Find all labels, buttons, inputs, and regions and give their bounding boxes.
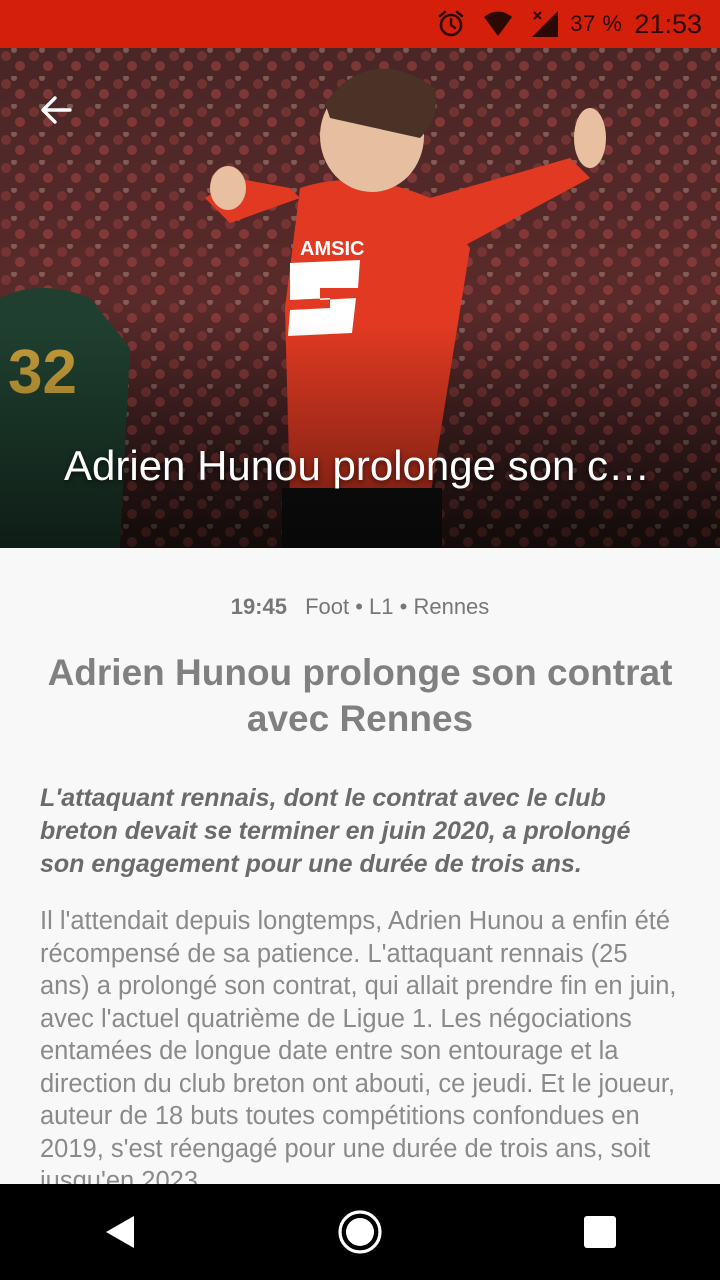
- recents-square-icon: [584, 1216, 616, 1248]
- home-circle-icon: [338, 1210, 382, 1254]
- article-content[interactable]: 19:45 Foot • L1 • Rennes Adrien Hunou pr…: [0, 548, 720, 1184]
- nav-back-button[interactable]: [80, 1192, 160, 1272]
- arrow-left-icon: [41, 96, 72, 124]
- article-category: Foot • L1 • Rennes: [305, 594, 490, 619]
- back-button[interactable]: [26, 80, 86, 140]
- article-title: Adrien Hunou prolonge son contrat avec R…: [47, 652, 673, 739]
- nav-home-button[interactable]: [320, 1192, 400, 1272]
- status-time: 21:53: [634, 8, 702, 39]
- navigation-bar: [0, 1184, 720, 1280]
- status-bar: 37 % 21:53: [0, 0, 720, 48]
- hero-image: 32 AMSIC Adrien Hunou prolonge son contr…: [0, 48, 720, 548]
- article-lead: L'attaquant rennais, dont le contrat ave…: [40, 784, 631, 878]
- article-time: 19:45: [230, 594, 287, 619]
- nav-recents-button[interactable]: [560, 1192, 640, 1272]
- wifi-icon: [484, 11, 513, 36]
- article-meta: 19:45 Foot • L1 • Rennes: [0, 594, 720, 620]
- hero-title: Adrien Hunou prolonge son contrat avec R…: [64, 442, 664, 489]
- article-body: Il l'attendait depuis longtemps, Adrien …: [40, 907, 677, 1184]
- signal-icon: [532, 11, 559, 37]
- back-triangle-icon: [106, 1216, 134, 1248]
- battery-percentage: 37 %: [570, 11, 623, 36]
- alarm-icon: [438, 10, 464, 37]
